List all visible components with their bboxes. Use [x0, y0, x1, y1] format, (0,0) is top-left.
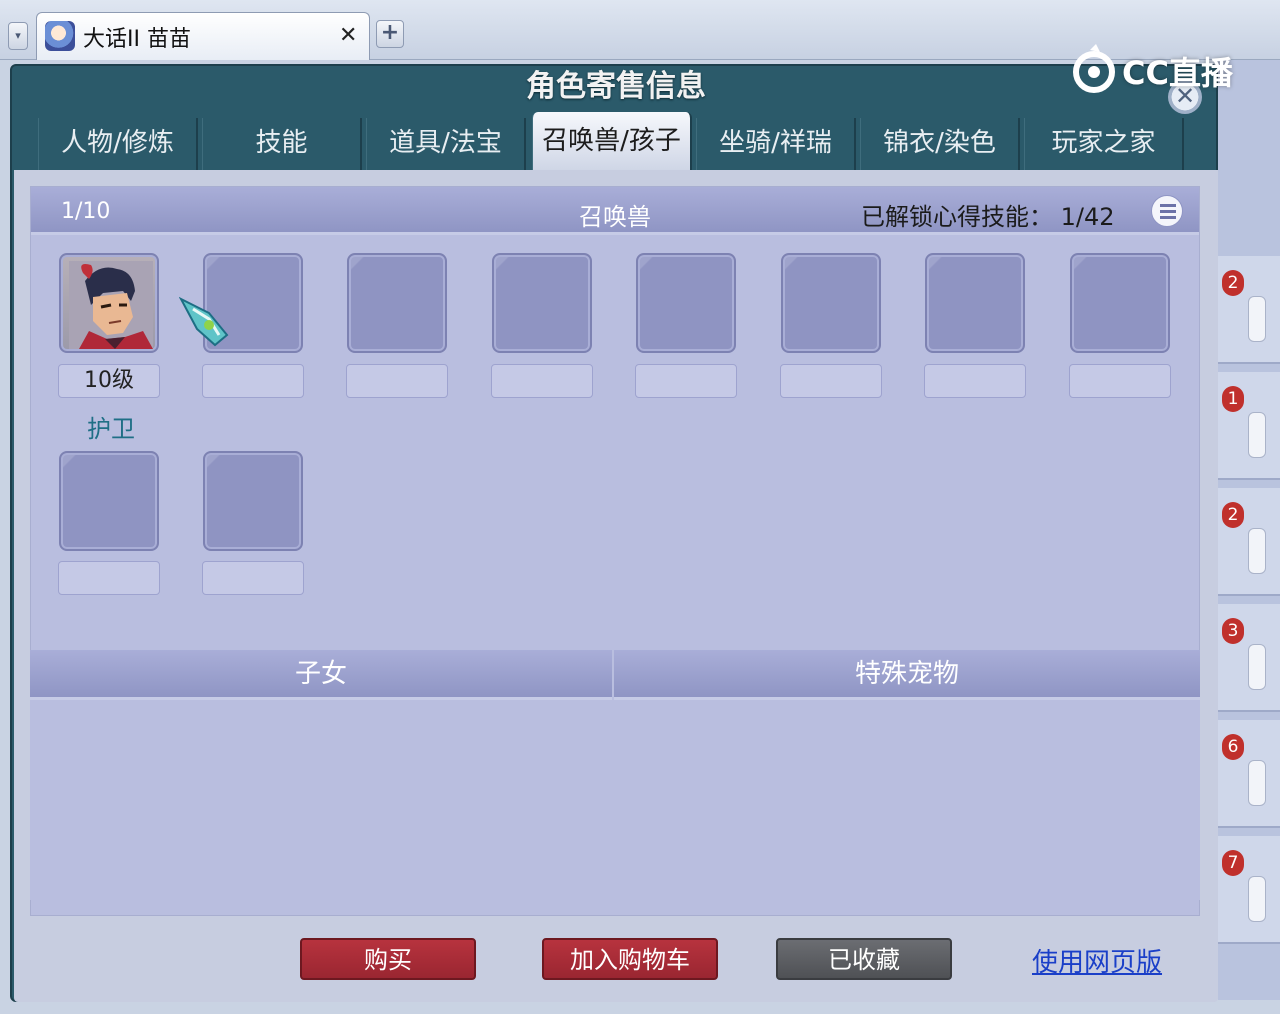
- background-card: 6: [1218, 720, 1280, 828]
- background-card: 1: [1218, 372, 1280, 480]
- background-tab: [1248, 876, 1266, 922]
- pet-level-empty: [202, 364, 304, 398]
- tab-items[interactable]: 道具/法宝: [366, 118, 526, 170]
- pet-level-empty: [346, 364, 448, 398]
- pet-slot-empty[interactable]: [203, 451, 303, 551]
- add-to-cart-button[interactable]: 加入购物车: [542, 938, 718, 980]
- background-badge: 2: [1222, 270, 1244, 296]
- background-badge: 3: [1222, 618, 1244, 644]
- background-tab: [1248, 412, 1266, 458]
- background-tab: [1248, 528, 1266, 574]
- background-card: 2: [1218, 256, 1280, 364]
- tab-content: 1/10 召唤兽 已解锁心得技能： 1/42 10级 护卫 子女 特殊宠物 购买…: [14, 170, 1218, 1002]
- pet-level-empty: [780, 364, 882, 398]
- background-tab: [1248, 644, 1266, 690]
- pet-level-empty: [202, 561, 304, 595]
- pet-level-empty: [1069, 364, 1171, 398]
- tab-dropdown-button[interactable]: ▾: [8, 22, 28, 50]
- background-badge: 1: [1222, 386, 1244, 412]
- pets-panel-header: 1/10 召唤兽 已解锁心得技能： 1/42: [31, 187, 1199, 235]
- tab-character[interactable]: 人物/修炼: [38, 118, 198, 170]
- browser-tab[interactable]: 大话II 苗苗 ✕: [36, 12, 370, 60]
- pet-slot-empty[interactable]: [59, 451, 159, 551]
- cc-live-text: CC直播: [1122, 54, 1233, 92]
- pet-level-empty: [924, 364, 1026, 398]
- background-badge: 2: [1222, 502, 1244, 528]
- background-card: 7: [1218, 836, 1280, 944]
- favorited-button[interactable]: 已收藏: [776, 938, 952, 980]
- new-tab-button[interactable]: +: [376, 20, 404, 48]
- unlocked-skills: 已解锁心得技能： 1/42: [861, 197, 1115, 232]
- consignment-dialog: 角色寄售信息 ✕ 人物/修炼 技能 道具/法宝 召唤兽/孩子 坐骑/祥瑞 锦衣/…: [10, 64, 1218, 1002]
- pet-slot-empty[interactable]: [636, 253, 736, 353]
- special-pets-panel: 特殊宠物: [614, 650, 1200, 900]
- pet-slot-empty[interactable]: [347, 253, 447, 353]
- pet-level: 10级: [58, 364, 160, 398]
- background-tab: [1248, 760, 1266, 806]
- tab-home[interactable]: 玩家之家: [1024, 118, 1184, 170]
- background-badge: 7: [1222, 850, 1244, 876]
- browser-tab-title: 大话II 苗苗: [83, 27, 191, 52]
- cursor-gem-icon: [179, 296, 229, 347]
- pet-name[interactable]: 护卫: [87, 409, 135, 444]
- cc-logo-icon: [1073, 44, 1115, 93]
- web-version-link[interactable]: 使用网页版: [1032, 942, 1162, 979]
- background-card: 2: [1218, 488, 1280, 596]
- background-badge: 6: [1222, 734, 1244, 760]
- tab-mounts[interactable]: 坐骑/祥瑞: [696, 118, 856, 170]
- pet-level-empty: [58, 561, 160, 595]
- tab-outfits[interactable]: 锦衣/染色: [860, 118, 1020, 170]
- background-list: 2 1 2 3 6 7: [1218, 60, 1280, 1000]
- unlocked-skills-label: 已解锁心得技能：: [861, 203, 1053, 231]
- pet-slot-filled[interactable]: [59, 253, 159, 353]
- pet-portrait-icon: [69, 261, 153, 349]
- children-panel: 子女: [30, 650, 612, 900]
- tab-pets[interactable]: 召唤兽/孩子: [532, 112, 692, 170]
- pet-slot-empty[interactable]: [1070, 253, 1170, 353]
- pet-slot-empty[interactable]: [781, 253, 881, 353]
- buy-button[interactable]: 购买: [300, 938, 476, 980]
- list-icon[interactable]: [1151, 195, 1183, 227]
- category-tabs: 人物/修炼 技能 道具/法宝 召唤兽/孩子 坐骑/祥瑞 锦衣/染色 玩家之家: [38, 112, 1208, 170]
- tab-skills[interactable]: 技能: [202, 118, 362, 170]
- dialog-title: 角色寄售信息: [526, 69, 706, 104]
- pet-slot-empty[interactable]: [492, 253, 592, 353]
- pet-level-empty: [491, 364, 593, 398]
- unlocked-skills-count: 1/42: [1060, 203, 1115, 231]
- special-pets-panel-title: 特殊宠物: [614, 650, 1200, 700]
- app-avatar-icon: [45, 21, 75, 51]
- background-card: 3: [1218, 604, 1280, 712]
- children-panel-title: 子女: [30, 650, 612, 700]
- pet-slot-empty[interactable]: [925, 253, 1025, 353]
- cc-live-watermark: CC直播: [1070, 44, 1240, 94]
- background-tab: [1248, 296, 1266, 342]
- pet-level-empty: [635, 364, 737, 398]
- tab-close-icon[interactable]: ✕: [339, 23, 357, 48]
